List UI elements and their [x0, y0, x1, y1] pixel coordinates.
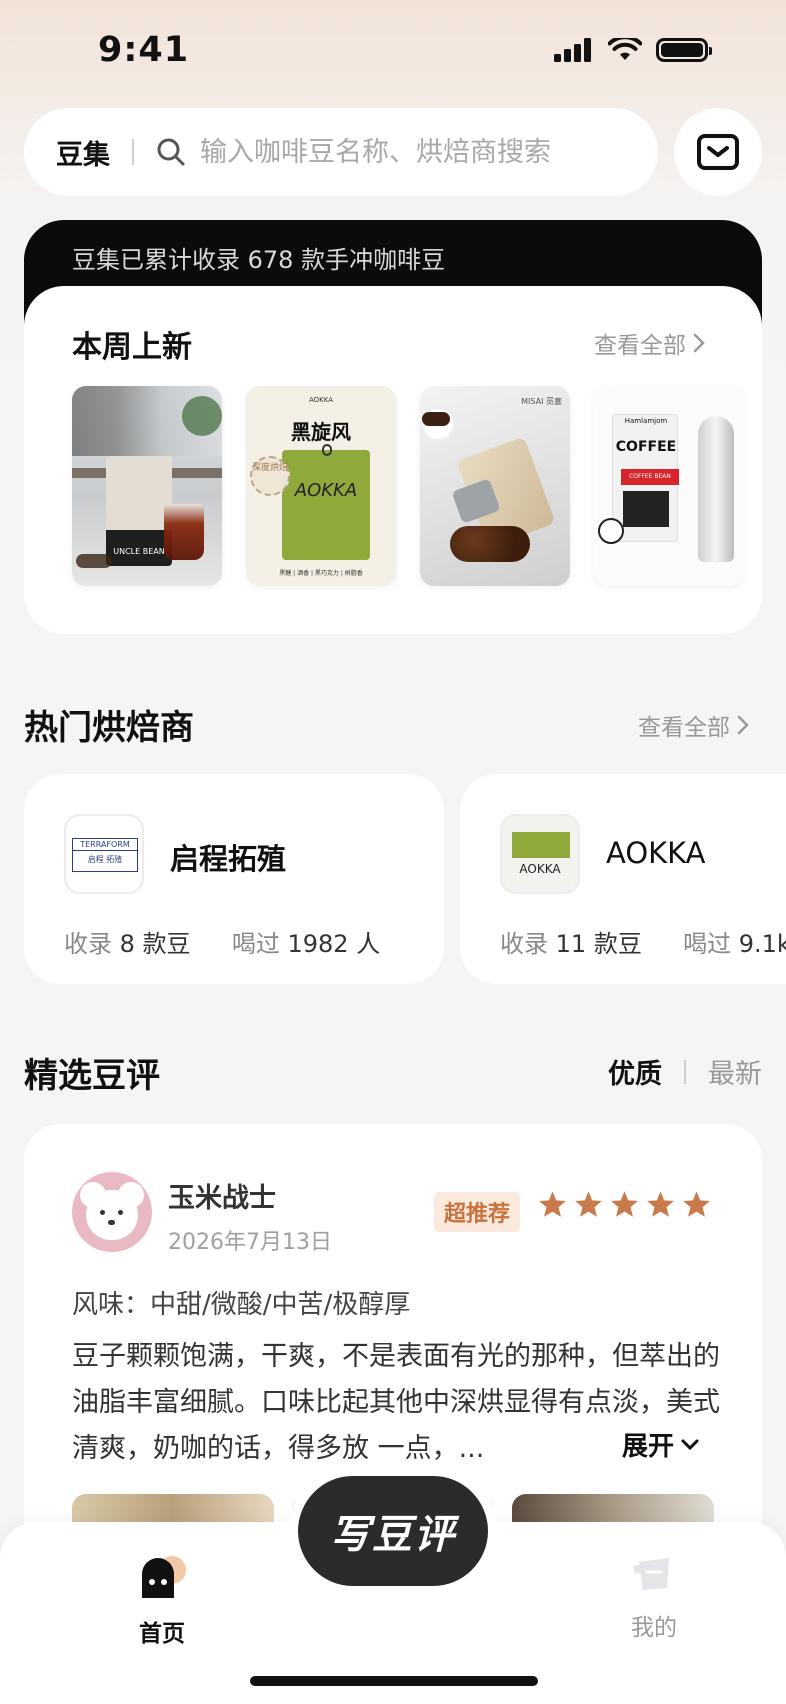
tab-latest[interactable]: 最新	[708, 1052, 762, 1091]
view-all-label: 查看全部	[594, 333, 686, 359]
home-icon	[142, 1556, 186, 1598]
roasters-view-all-link[interactable]: 查看全部	[638, 708, 750, 742]
thumb-brand: AOKKA	[308, 396, 334, 404]
roaster-card[interactable]: AOKKA AOKKA 收录 11 款豆 喝过 9.1k 人	[460, 774, 786, 984]
star-icon	[647, 1191, 674, 1217]
new-item-thumb[interactable]: UNCLE BEAN	[72, 386, 222, 586]
roast-badge: 深度烘焙	[250, 456, 290, 496]
star-icon	[539, 1191, 566, 1217]
status-bar: 9:41	[0, 0, 786, 100]
wifi-icon	[608, 38, 642, 60]
new-item-thumb[interactable]: AOKKA 黑旋风 AOKKA 深度烘焙 黑糖 | 酒香 | 黑巧克力 | 树脂…	[246, 386, 396, 586]
stat-label: 收录	[64, 930, 112, 958]
inbox-icon	[697, 134, 739, 170]
stat-label: 收录	[500, 930, 548, 958]
search-box[interactable]: 豆集	[24, 108, 658, 196]
new-this-week-title: 本周上新	[72, 330, 192, 365]
nav-home[interactable]: 首页	[102, 1552, 222, 1648]
chevron-right-icon	[737, 715, 749, 735]
thumb-notes: 黑糖 | 酒香 | 黑巧克力 | 树脂香	[279, 570, 363, 577]
stat-unit: 款豆	[593, 930, 642, 958]
logo-text: TERRAFORM	[73, 839, 137, 851]
tab-divider	[684, 1059, 686, 1084]
stat-label: 喝过	[683, 930, 732, 958]
review-date: 2026年7月13日	[168, 1230, 332, 1255]
battery-icon	[656, 38, 712, 62]
new-view-all-link[interactable]: 查看全部	[594, 326, 706, 360]
bag-brand: Hamlamjom	[624, 417, 668, 425]
nav-mine-label: 我的	[631, 1615, 677, 1641]
roaster-card[interactable]: TERRAFORM 启程 拓殖 启程拓殖 收录 8 款豆 喝过 1982 人	[24, 774, 444, 984]
roaster-name: 启程拓殖	[170, 842, 287, 876]
expand-label: 展开	[622, 1432, 675, 1462]
new-item-thumb[interactable]: Hamlamjom COFFEE COFFEE BEAN	[594, 386, 744, 586]
chevron-down-icon	[681, 1439, 699, 1450]
roaster-logo: TERRAFORM 启程 拓殖	[64, 814, 144, 894]
roaster-stats: 收录 11 款豆 喝过 9.1k 人	[500, 924, 786, 959]
nav-mine[interactable]: 我的	[594, 1552, 714, 1642]
brand-logo: 豆集	[56, 139, 110, 171]
roasters-title: 热门烘焙商	[24, 708, 194, 748]
new-this-week-card: 本周上新 查看全部 UNCLE BEAN AOKKA 黑旋风 AOKKA 深度烘…	[24, 286, 762, 634]
stat-label: 喝过	[231, 930, 280, 958]
recommend-badge: 超推荐	[434, 1192, 521, 1232]
write-review-label: 写豆评	[330, 1512, 456, 1558]
roaster-logo: AOKKA	[500, 814, 580, 894]
star-icon	[575, 1191, 602, 1217]
view-all-label: 查看全部	[638, 715, 730, 741]
review-tabs: 优质 最新	[608, 1052, 762, 1091]
logo-text: AOKKA	[519, 862, 561, 876]
expand-button[interactable]: 展开	[618, 1426, 701, 1463]
status-icons	[554, 38, 712, 62]
drunk-count: 1982	[287, 930, 349, 958]
rating-stars	[538, 1190, 711, 1218]
bag-brand: AOKKA	[294, 480, 358, 501]
bag-tag: COFFEE BEAN	[621, 469, 679, 485]
flavor-notes: 风味：中甜/微酸/中苦/极醇厚	[72, 1290, 411, 1320]
roaster-name: AOKKA	[606, 836, 706, 870]
collected-count: 11	[555, 930, 587, 958]
tab-quality[interactable]: 优质	[608, 1052, 662, 1091]
search-input[interactable]	[200, 136, 600, 168]
chevron-right-icon	[693, 333, 705, 353]
star-icon	[611, 1191, 638, 1217]
thumb-brand: MISAI 觅塞	[521, 397, 562, 406]
reviewer-name[interactable]: 玉米战士	[168, 1176, 276, 1215]
new-item-thumb[interactable]: MISAI 觅塞	[420, 386, 570, 586]
star-icon	[683, 1191, 710, 1217]
collected-count: 8	[119, 930, 135, 958]
avatar[interactable]	[72, 1172, 152, 1252]
cellular-signal-icon	[554, 38, 591, 62]
logo-sub: 启程 拓殖	[87, 855, 123, 864]
home-indicator	[250, 1676, 538, 1686]
bag-word: COFFEE	[615, 439, 677, 455]
message-button[interactable]	[674, 108, 762, 196]
divider	[132, 139, 134, 165]
search-icon	[157, 138, 185, 166]
roaster-stats: 收录 8 款豆 喝过 1982 人	[64, 924, 380, 959]
write-review-button[interactable]: 写豆评	[298, 1476, 488, 1586]
stat-unit: 款豆	[142, 930, 191, 958]
new-items-list: UNCLE BEAN AOKKA 黑旋风 AOKKA 深度烘焙 黑糖 | 酒香 …	[72, 386, 744, 586]
nav-home-label: 首页	[139, 1621, 185, 1647]
drunk-count: 9.1k	[738, 930, 786, 958]
stat-unit: 人	[356, 930, 381, 958]
reviews-title: 精选豆评	[24, 1056, 160, 1096]
profile-icon	[633, 1558, 669, 1590]
banner-text: 豆集已累计收录 678 款手冲咖啡豆	[72, 246, 446, 274]
bag-label: UNCLE BEAN	[113, 547, 165, 556]
thumb-title: 黑旋风	[291, 420, 351, 444]
status-time: 9:41	[98, 30, 190, 70]
search-row: 豆集	[24, 108, 762, 196]
